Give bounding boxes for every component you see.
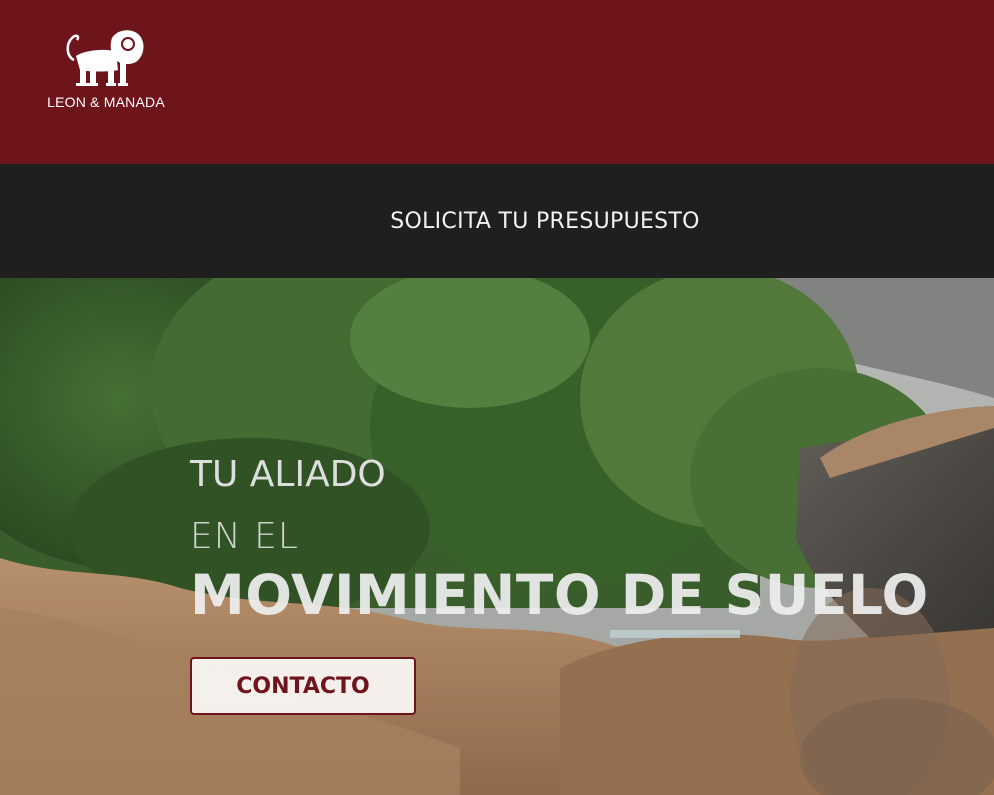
lion-icon <box>66 30 144 86</box>
brand-logo[interactable]: LEON & MANADA <box>36 26 176 116</box>
hero-line-1: TU ALIADO <box>190 454 386 495</box>
main-nav: SOLICITA TU PRESUPUESTO <box>0 164 994 278</box>
brand-name: LEON & MANADA <box>47 94 165 110</box>
contact-button[interactable]: CONTACTO <box>190 657 416 715</box>
hero-section: TU ALIADO EN EL MOVIMIENTO DE SUELO CONT… <box>0 278 994 795</box>
hero-headline: MOVIMIENTO DE SUELO <box>190 563 929 627</box>
top-header: LEON & MANADA <box>0 0 994 164</box>
hero-content: TU ALIADO EN EL MOVIMIENTO DE SUELO CONT… <box>190 453 929 715</box>
quote-request-link[interactable]: SOLICITA TU PRESUPUESTO <box>294 209 700 234</box>
hero-line-2: EN EL <box>190 516 299 557</box>
